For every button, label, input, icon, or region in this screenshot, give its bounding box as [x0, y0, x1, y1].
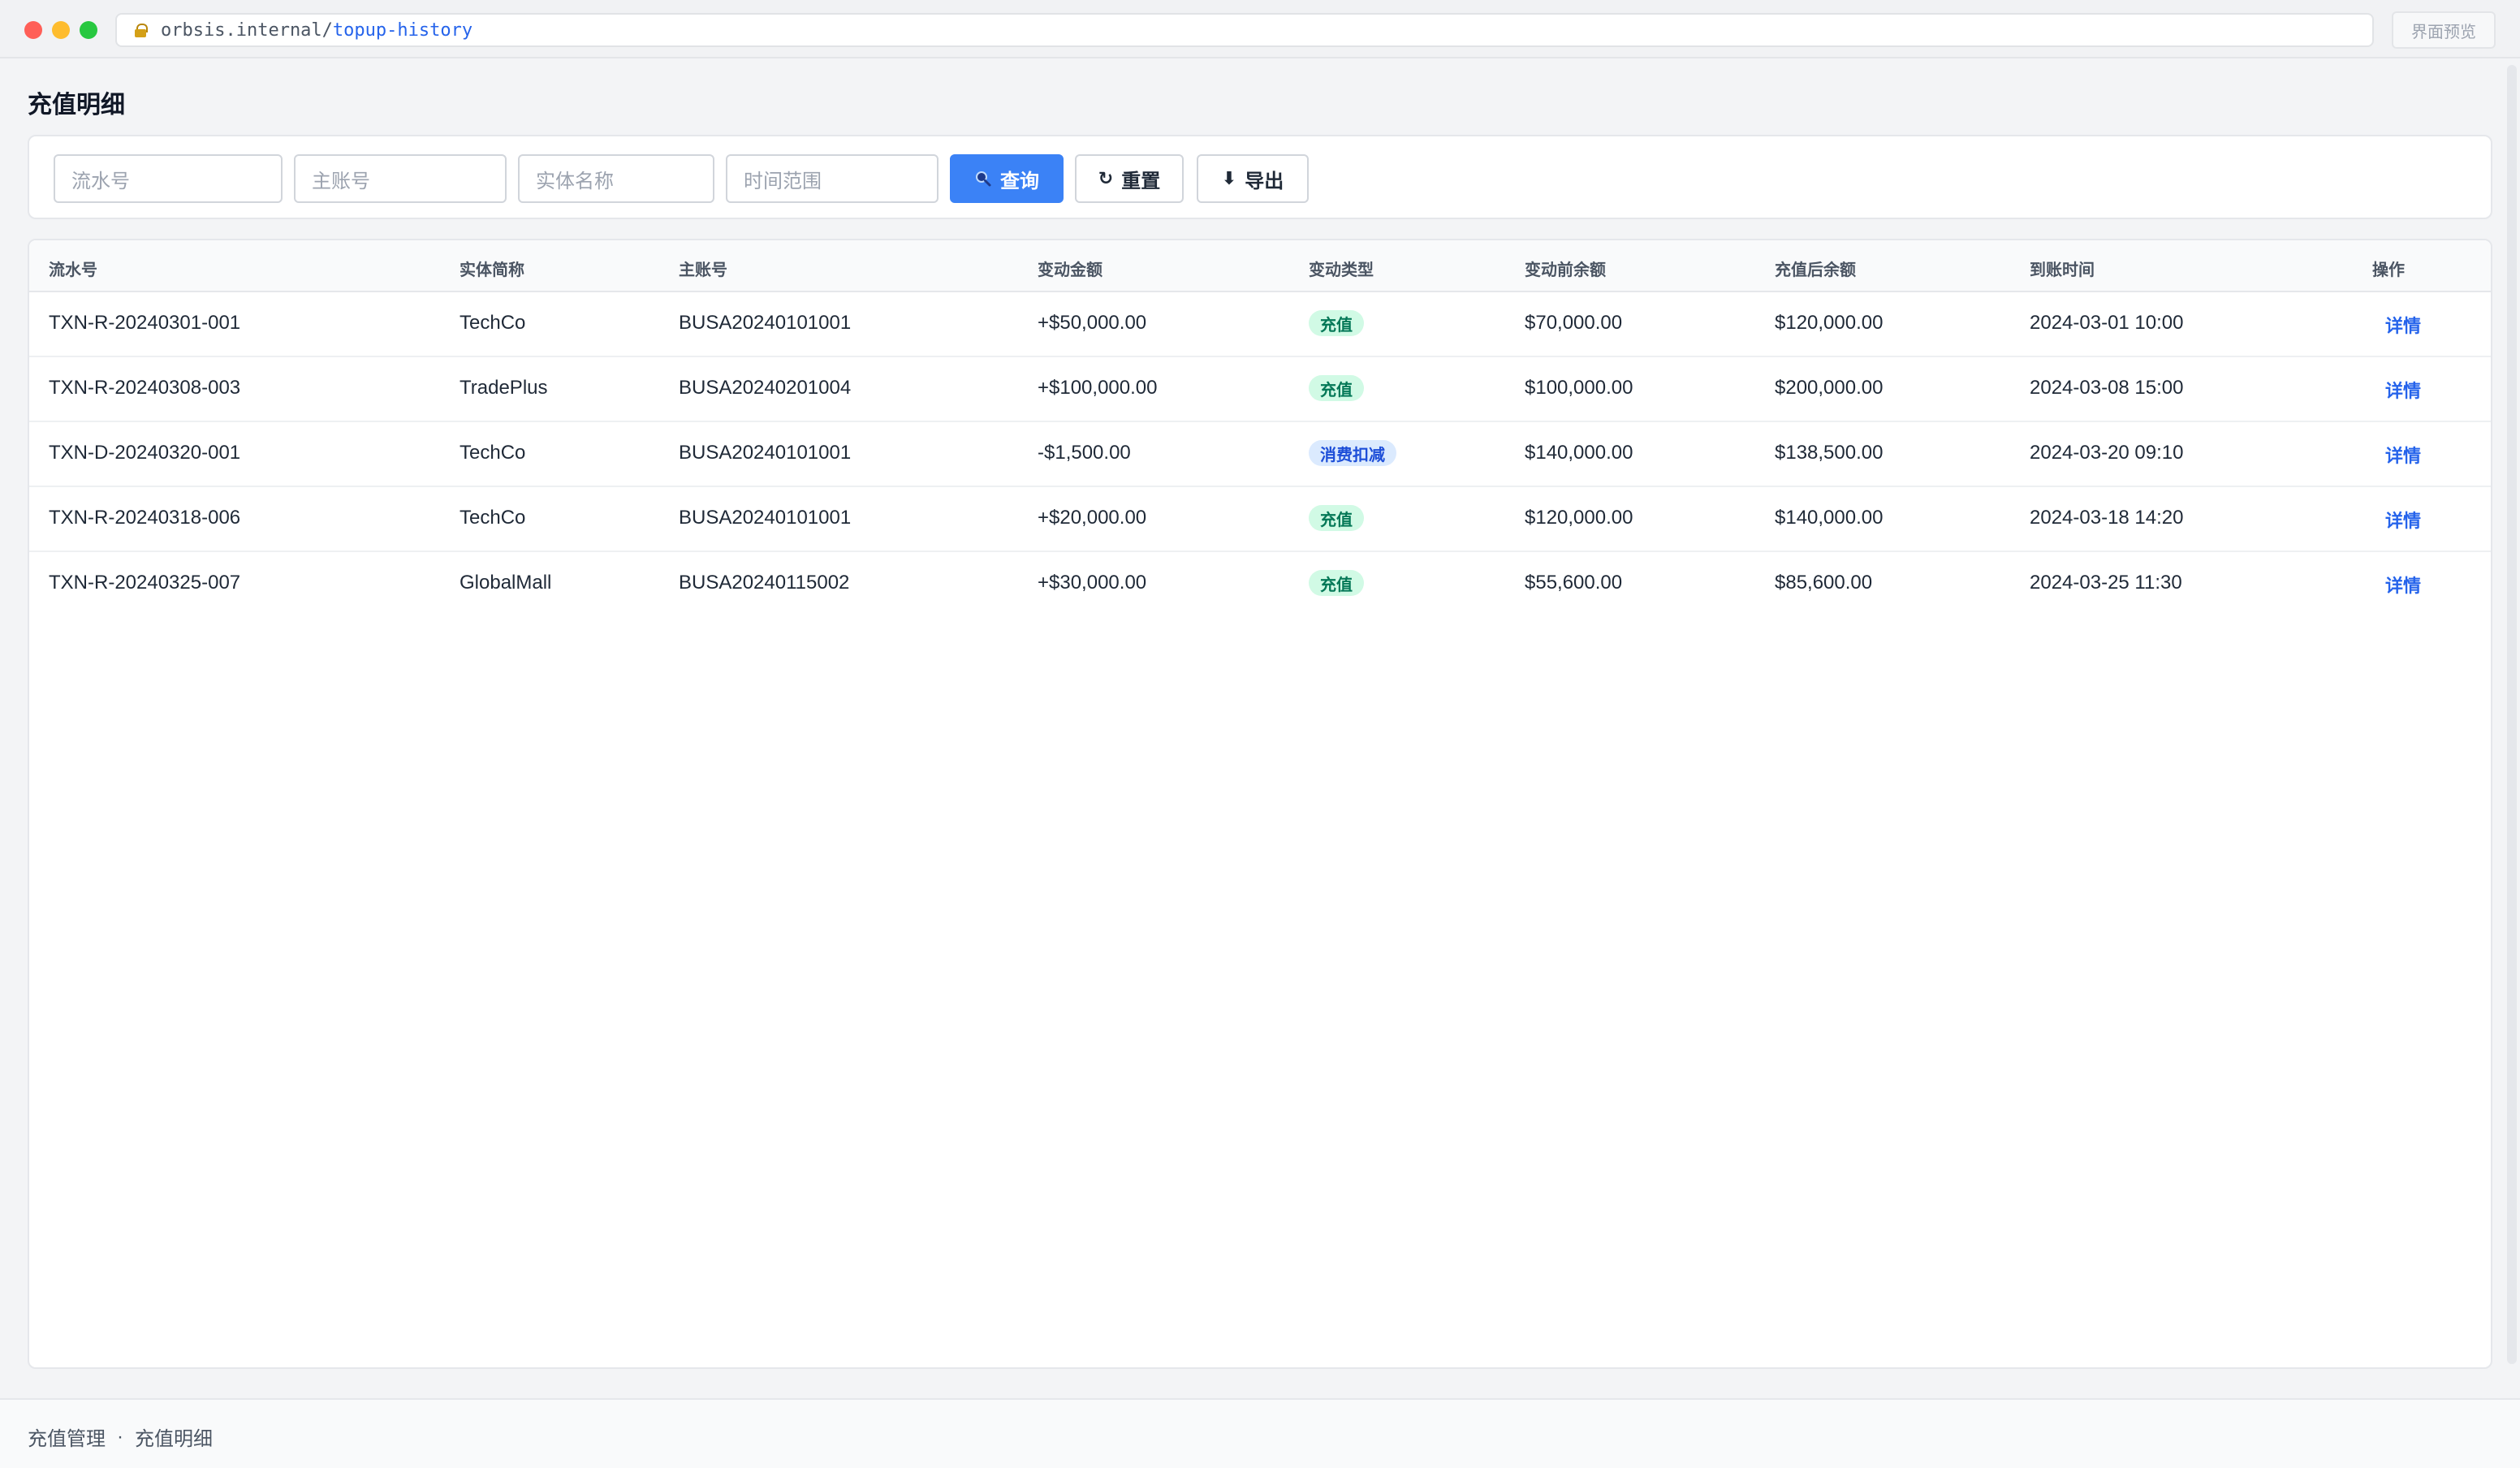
table-row: TXN-D-20240320-001 TechCo BUSA2024010100…: [29, 422, 2491, 487]
col-account-header: 主账号: [679, 261, 727, 279]
cell-before: $70,000.00: [1525, 312, 1623, 334]
breadcrumb-current: 充值明细: [135, 1428, 213, 1450]
cell-after: $138,500.00: [1775, 442, 1884, 464]
detail-link[interactable]: 详情: [2385, 377, 2421, 403]
preview-button[interactable]: 界面预览: [2392, 11, 2496, 49]
cell-time: 2024-03-20 09:10: [2030, 442, 2184, 464]
cell-account: BUSA20240101001: [679, 507, 852, 529]
lock-icon: [135, 24, 148, 37]
serial-number-input[interactable]: 流水号: [54, 154, 283, 203]
refresh-icon: ↻: [1098, 168, 1114, 188]
query-button-label: 查询: [1000, 170, 1039, 192]
entity-name-input[interactable]: 实体名称: [518, 154, 714, 203]
footer-bar: 充值管理 · 充值明细: [0, 1398, 2520, 1468]
export-button-label: 导出: [1245, 170, 1284, 192]
cell-before: $55,600.00: [1525, 572, 1623, 594]
browser-chrome: orbsis.internal/topup-history 界面预览: [0, 0, 2520, 58]
query-button[interactable]: 查询: [950, 154, 1064, 203]
reset-button-label: 重置: [1121, 170, 1161, 192]
minimize-window-button[interactable]: [52, 21, 70, 39]
col-serial-header: 流水号: [49, 261, 97, 279]
cell-amount: +$50,000.00: [1038, 312, 1147, 334]
page-title: 充值明细: [28, 92, 125, 119]
col-type-header: 变动类型: [1309, 261, 1374, 279]
breadcrumb: 充值管理 · 充值明细: [28, 1423, 213, 1451]
download-icon: ⬇: [1221, 168, 1237, 188]
address-bar[interactable]: orbsis.internal/topup-history: [115, 13, 2374, 47]
cell-time: 2024-03-08 15:00: [2030, 377, 2184, 399]
cell-account: BUSA20240201004: [679, 377, 852, 399]
breadcrumb-parent[interactable]: 充值管理: [28, 1423, 106, 1451]
type-badge: 充值: [1309, 505, 1364, 531]
main-account-input[interactable]: 主账号: [294, 154, 507, 203]
cell-entity: TechCo: [460, 312, 526, 334]
col-time-header: 到账时间: [2030, 261, 2095, 279]
detail-link[interactable]: 详情: [2385, 507, 2421, 533]
cell-time: 2024-03-01 10:00: [2030, 312, 2184, 334]
cell-entity: TradePlus: [460, 377, 548, 399]
col-amount-header: 变动金额: [1038, 261, 1102, 279]
maximize-window-button[interactable]: [80, 21, 97, 39]
cell-before: $140,000.00: [1525, 442, 1633, 464]
col-after-header: 充值后余额: [1775, 261, 1856, 279]
cell-serial: TXN-D-20240320-001: [49, 442, 241, 464]
time-range-input[interactable]: 时间范围: [726, 154, 939, 203]
url-path: topup-history: [332, 19, 473, 41]
type-badge: 充值: [1309, 570, 1364, 596]
cell-account: BUSA20240115002: [679, 572, 850, 594]
table-row: TXN-R-20240308-003 TradePlus BUSA2024020…: [29, 357, 2491, 422]
table-row: TXN-R-20240325-007 GlobalMall BUSA202401…: [29, 552, 2491, 617]
detail-link[interactable]: 详情: [2385, 442, 2421, 468]
cell-before: $120,000.00: [1525, 507, 1633, 529]
type-badge: 充值: [1309, 310, 1364, 336]
close-window-button[interactable]: [24, 21, 42, 39]
cell-after: $85,600.00: [1775, 572, 1873, 594]
url-host: orbsis.internal/: [161, 19, 333, 41]
cell-entity: TechCo: [460, 442, 526, 464]
cell-amount: -$1,500.00: [1038, 442, 1131, 464]
search-icon: [976, 171, 991, 187]
cell-serial: TXN-R-20240318-006: [49, 507, 241, 529]
cell-time: 2024-03-18 14:20: [2030, 507, 2184, 529]
cell-serial: TXN-R-20240308-003: [49, 377, 241, 399]
col-before-header: 变动前余额: [1525, 261, 1606, 279]
cell-serial: TXN-R-20240301-001: [49, 312, 241, 334]
detail-link[interactable]: 详情: [2385, 572, 2421, 598]
cell-entity: TechCo: [460, 507, 526, 529]
table-row: TXN-R-20240318-006 TechCo BUSA2024010100…: [29, 487, 2491, 552]
reset-button[interactable]: ↻ 重置: [1075, 154, 1184, 203]
transactions-table: 流水号 实体简称 主账号 变动金额 变动类型 变动前余额 充值后余额 到账时间 …: [28, 239, 2492, 1369]
cell-amount: +$30,000.00: [1038, 572, 1147, 594]
window-controls: [24, 21, 97, 39]
col-action-header: 操作: [2372, 261, 2405, 279]
cell-after: $140,000.00: [1775, 507, 1884, 529]
table-header: 流水号 实体简称 主账号 变动金额 变动类型 变动前余额 充值后余额 到账时间 …: [29, 240, 2491, 292]
filter-bar: 流水号 主账号 实体名称 时间范围 查询 ↻ 重置 ⬇ 导出: [28, 135, 2492, 219]
detail-link[interactable]: 详情: [2385, 312, 2421, 338]
cell-after: $200,000.00: [1775, 377, 1884, 399]
cell-before: $100,000.00: [1525, 377, 1633, 399]
cell-amount: +$100,000.00: [1038, 377, 1158, 399]
cell-time: 2024-03-25 11:30: [2030, 572, 2182, 594]
breadcrumb-separator: ·: [117, 1425, 123, 1448]
cell-account: BUSA20240101001: [679, 312, 852, 334]
type-badge: 消费扣减: [1309, 440, 1396, 466]
export-button[interactable]: ⬇ 导出: [1197, 154, 1309, 203]
cell-account: BUSA20240101001: [679, 442, 852, 464]
cell-after: $120,000.00: [1775, 312, 1884, 334]
cell-amount: +$20,000.00: [1038, 507, 1147, 529]
table-row: TXN-R-20240301-001 TechCo BUSA2024010100…: [29, 292, 2491, 357]
cell-entity: GlobalMall: [460, 572, 552, 594]
type-badge: 充值: [1309, 375, 1364, 401]
scrollbar-thumb[interactable]: [2507, 65, 2517, 1364]
col-entity-header: 实体简称: [460, 261, 524, 279]
cell-serial: TXN-R-20240325-007: [49, 572, 241, 594]
